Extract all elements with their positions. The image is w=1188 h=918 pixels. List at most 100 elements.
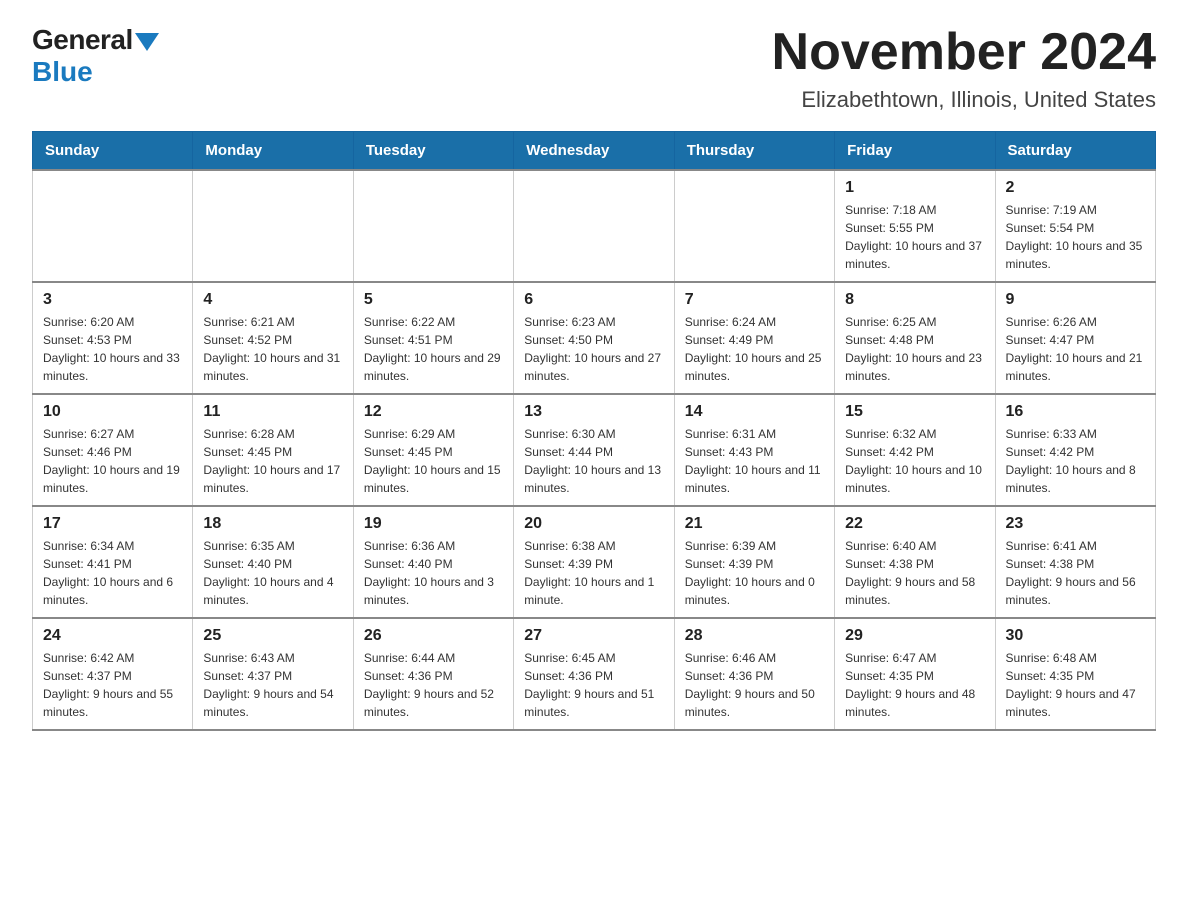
day-info-line: Sunrise: 6:45 AM — [524, 649, 663, 667]
day-number: 29 — [845, 627, 984, 645]
day-info: Sunrise: 6:35 AMSunset: 4:40 PMDaylight:… — [203, 537, 342, 609]
day-info: Sunrise: 6:20 AMSunset: 4:53 PMDaylight:… — [43, 313, 182, 385]
logo-blue-text: Blue — [32, 56, 159, 88]
day-info: Sunrise: 6:42 AMSunset: 4:37 PMDaylight:… — [43, 649, 182, 721]
title-area: November 2024 Elizabethtown, Illinois, U… — [772, 24, 1156, 113]
calendar-day-cell: 17Sunrise: 6:34 AMSunset: 4:41 PMDayligh… — [33, 506, 193, 618]
day-info: Sunrise: 6:23 AMSunset: 4:50 PMDaylight:… — [524, 313, 663, 385]
day-info-line: Daylight: 10 hours and 25 minutes. — [685, 349, 824, 385]
day-info-line: Sunset: 4:48 PM — [845, 331, 984, 349]
day-info-line: Sunrise: 6:27 AM — [43, 425, 182, 443]
calendar-day-cell — [514, 170, 674, 282]
day-info-line: Daylight: 10 hours and 13 minutes. — [524, 461, 663, 497]
day-info: Sunrise: 6:26 AMSunset: 4:47 PMDaylight:… — [1006, 313, 1145, 385]
day-info: Sunrise: 6:33 AMSunset: 4:42 PMDaylight:… — [1006, 425, 1145, 497]
calendar-day-cell — [193, 170, 353, 282]
day-info-line: Daylight: 10 hours and 8 minutes. — [1006, 461, 1145, 497]
day-number: 26 — [364, 627, 503, 645]
day-number: 12 — [364, 403, 503, 421]
day-info-line: Sunset: 4:51 PM — [364, 331, 503, 349]
day-info-line: Sunrise: 6:48 AM — [1006, 649, 1145, 667]
day-info-line: Sunset: 4:45 PM — [364, 443, 503, 461]
day-info: Sunrise: 6:32 AMSunset: 4:42 PMDaylight:… — [845, 425, 984, 497]
calendar-day-cell: 22Sunrise: 6:40 AMSunset: 4:38 PMDayligh… — [835, 506, 995, 618]
day-info-line: Sunset: 4:40 PM — [364, 555, 503, 573]
day-info-line: Sunrise: 7:19 AM — [1006, 201, 1145, 219]
day-info-line: Sunset: 4:38 PM — [1006, 555, 1145, 573]
day-info: Sunrise: 6:46 AMSunset: 4:36 PMDaylight:… — [685, 649, 824, 721]
calendar-table: SundayMondayTuesdayWednesdayThursdayFrid… — [32, 131, 1156, 731]
day-number: 8 — [845, 291, 984, 309]
day-number: 1 — [845, 179, 984, 197]
day-info: Sunrise: 6:29 AMSunset: 4:45 PMDaylight:… — [364, 425, 503, 497]
calendar-day-cell: 30Sunrise: 6:48 AMSunset: 4:35 PMDayligh… — [995, 618, 1155, 730]
day-info-line: Sunrise: 6:33 AM — [1006, 425, 1145, 443]
day-info-line: Sunrise: 6:29 AM — [364, 425, 503, 443]
day-info-line: Daylight: 10 hours and 10 minutes. — [845, 461, 984, 497]
day-info-line: Sunset: 5:55 PM — [845, 219, 984, 237]
header-row: SundayMondayTuesdayWednesdayThursdayFrid… — [33, 132, 1156, 171]
calendar-day-cell: 8Sunrise: 6:25 AMSunset: 4:48 PMDaylight… — [835, 282, 995, 394]
day-number: 14 — [685, 403, 824, 421]
calendar-day-cell — [33, 170, 193, 282]
header: General Blue November 2024 Elizabethtown… — [32, 24, 1156, 113]
calendar-week-row: 10 Sunrise: 6:27 AMSunset: 4:46 PMDayligh… — [33, 394, 1156, 506]
day-number: 3 — [43, 291, 182, 309]
day-info-line: Sunrise: 6:35 AM — [203, 537, 342, 555]
day-info-line: Sunrise: 6:34 AM — [43, 537, 182, 555]
day-info-line: Daylight: 10 hours and 21 minutes. — [1006, 349, 1145, 385]
day-info: Sunrise: 6:44 AMSunset: 4:36 PMDaylight:… — [364, 649, 503, 721]
day-info-line: Sunset: 4:37 PM — [43, 667, 182, 685]
day-info-line: Sunset: 4:36 PM — [524, 667, 663, 685]
calendar-day-cell: 14 Sunrise: 6:31 AMSunset: 4:43 PMDayligh… — [674, 394, 834, 506]
day-info-line: Sunset: 4:47 PM — [1006, 331, 1145, 349]
day-info-line: Sunrise: 6:23 AM — [524, 313, 663, 331]
day-info-line: Sunset: 4:44 PM — [524, 443, 663, 461]
day-info: Sunrise: 6:43 AMSunset: 4:37 PMDaylight:… — [203, 649, 342, 721]
day-number: 2 — [1006, 179, 1145, 197]
calendar-day-cell: 10 Sunrise: 6:27 AMSunset: 4:46 PMDayligh… — [33, 394, 193, 506]
calendar-day-cell — [353, 170, 513, 282]
calendar-day-cell: 24 Sunrise: 6:42 AMSunset: 4:37 PMDayligh… — [33, 618, 193, 730]
calendar-day-cell: 28Sunrise: 6:46 AMSunset: 4:36 PMDayligh… — [674, 618, 834, 730]
calendar-weekday-header: Saturday — [995, 132, 1155, 171]
calendar-body: 1Sunrise: 7:18 AMSunset: 5:55 PMDaylight… — [33, 170, 1156, 730]
calendar-weekday-header: Sunday — [33, 132, 193, 171]
day-info-line: Sunset: 5:54 PM — [1006, 219, 1145, 237]
day-number: 24 — [43, 627, 182, 645]
day-info-line: Daylight: 10 hours and 19 minutes. — [43, 461, 182, 497]
day-info-line: Sunset: 4:52 PM — [203, 331, 342, 349]
day-info-line: Sunrise: 6:36 AM — [364, 537, 503, 555]
day-info-line: Daylight: 10 hours and 35 minutes. — [1006, 237, 1145, 273]
day-info-line: Daylight: 10 hours and 1 minute. — [524, 573, 663, 609]
calendar-day-cell: 11Sunrise: 6:28 AMSunset: 4:45 PMDayligh… — [193, 394, 353, 506]
day-info-line: Sunset: 4:49 PM — [685, 331, 824, 349]
day-number: 20 — [524, 515, 663, 533]
day-info: Sunrise: 6:38 AMSunset: 4:39 PMDaylight:… — [524, 537, 663, 609]
day-number: 19 — [364, 515, 503, 533]
calendar-weekday-header: Friday — [835, 132, 995, 171]
calendar-week-row: 17Sunrise: 6:34 AMSunset: 4:41 PMDayligh… — [33, 506, 1156, 618]
day-info-line: Sunset: 4:35 PM — [845, 667, 984, 685]
day-info-line: Sunset: 4:42 PM — [845, 443, 984, 461]
day-info: Sunrise: 6:31 AMSunset: 4:43 PMDaylight:… — [685, 425, 824, 497]
day-info: Sunrise: 6:30 AMSunset: 4:44 PMDaylight:… — [524, 425, 663, 497]
day-info-line: Daylight: 9 hours and 55 minutes. — [43, 685, 182, 721]
day-info-line: Sunrise: 6:46 AM — [685, 649, 824, 667]
day-info-line: Sunrise: 6:30 AM — [524, 425, 663, 443]
calendar-day-cell: 7Sunrise: 6:24 AMSunset: 4:49 PMDaylight… — [674, 282, 834, 394]
day-info-line: Daylight: 10 hours and 15 minutes. — [364, 461, 503, 497]
day-number: 10 — [43, 403, 182, 421]
calendar-day-cell: 5Sunrise: 6:22 AMSunset: 4:51 PMDaylight… — [353, 282, 513, 394]
day-info-line: Daylight: 9 hours and 56 minutes. — [1006, 573, 1145, 609]
day-info-line: Sunrise: 6:31 AM — [685, 425, 824, 443]
day-info-line: Sunset: 4:42 PM — [1006, 443, 1145, 461]
day-number: 13 — [524, 403, 663, 421]
day-number: 23 — [1006, 515, 1145, 533]
day-info: Sunrise: 6:39 AMSunset: 4:39 PMDaylight:… — [685, 537, 824, 609]
calendar-day-cell: 26 Sunrise: 6:44 AMSunset: 4:36 PMDayligh… — [353, 618, 513, 730]
day-number: 18 — [203, 515, 342, 533]
day-info-line: Sunset: 4:36 PM — [364, 667, 503, 685]
day-info: Sunrise: 6:27 AMSunset: 4:46 PMDaylight:… — [43, 425, 182, 497]
day-info-line: Sunset: 4:41 PM — [43, 555, 182, 573]
